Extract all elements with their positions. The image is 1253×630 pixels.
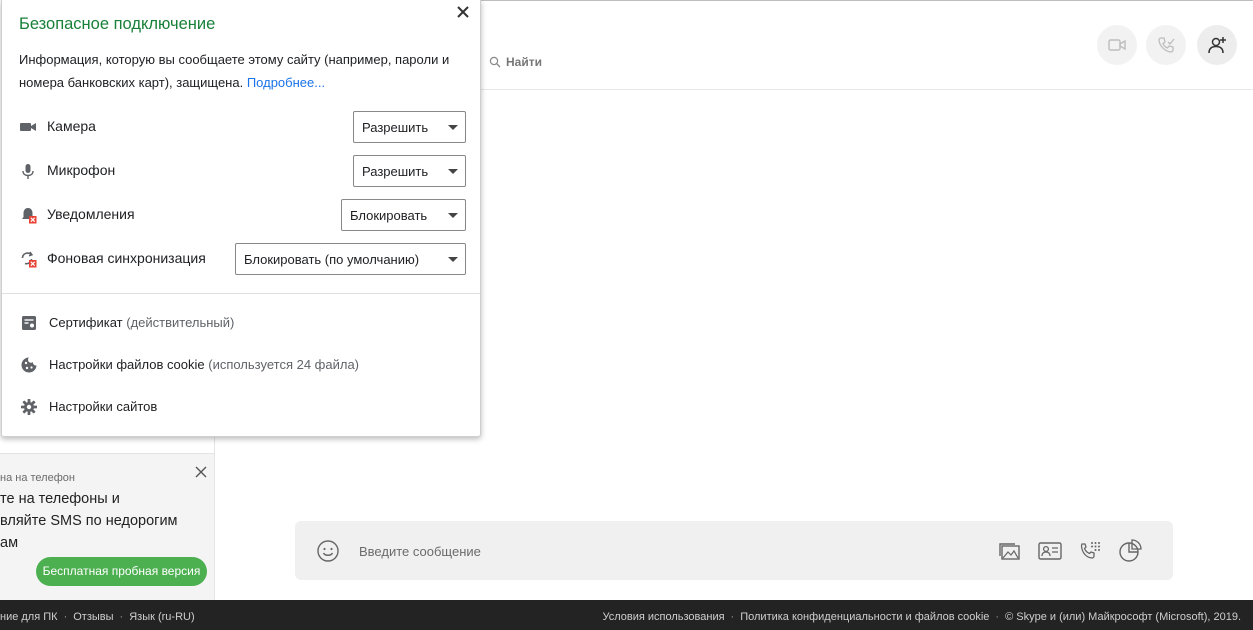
link-text: Настройки сайтов (49, 399, 158, 414)
close-icon[interactable] (455, 4, 471, 20)
chevron-down-icon (448, 257, 458, 262)
microphone-icon (22, 164, 34, 179)
audio-call-button[interactable] (1146, 25, 1186, 65)
site-settings-label: Настройки сайтов (49, 399, 157, 414)
site-settings-link[interactable]: Настройки сайтов (2, 389, 480, 425)
permission-label-microphone: Микрофон (47, 162, 116, 178)
search-button[interactable]: Найти (506, 55, 542, 69)
background-sync-permission-select[interactable]: Блокировать (по умолчанию) (235, 243, 466, 275)
chevron-down-icon (448, 169, 458, 174)
search-icon (489, 56, 501, 68)
footer-left: ние для ПК · Отзывы · Язык (ru-RU) (0, 611, 195, 623)
notifications-permission-select[interactable]: Блокировать (341, 199, 466, 231)
connection-info: Информация, которую вы сообщаете этому с… (19, 48, 469, 94)
cookie-settings-link[interactable]: Настройки файлов cookie (используется 24… (2, 347, 480, 383)
link-note: (используется 24 файла) (208, 357, 359, 372)
close-icon[interactable] (193, 464, 209, 480)
select-value: Блокировать (по умолчанию) (244, 252, 420, 267)
select-value: Разрешить (362, 120, 429, 135)
more-info-link[interactable]: Подробнее... (247, 75, 325, 90)
camera-permission-select[interactable]: Разрешить (353, 111, 466, 143)
promo-line: ам (0, 535, 19, 551)
footer-link[interactable]: ние для ПК (0, 611, 58, 623)
footer-link-language[interactable]: Язык (ru-RU) (129, 611, 194, 623)
divider (2, 293, 480, 294)
footer-link-terms[interactable]: Условия использования (602, 611, 724, 623)
cookie-settings-label: Настройки файлов cookie (используется 24… (49, 357, 359, 372)
promo-text: те на телефоны и вляйте SMS по недорогим… (0, 488, 178, 554)
chevron-down-icon (448, 125, 458, 130)
footer-separator: · (995, 611, 1000, 623)
emoji-icon[interactable] (316, 539, 340, 563)
poll-icon[interactable] (1117, 538, 1143, 564)
camera-icon (20, 123, 36, 131)
site-info-popup: Безопасное подключение Информация, котор… (1, 0, 481, 437)
promo-panel: на на телефон те на телефоны и вляйте SM… (0, 453, 214, 600)
dialpad-icon[interactable] (1078, 538, 1104, 564)
message-input[interactable] (359, 542, 959, 560)
certificate-icon (22, 316, 36, 330)
sync-blocked-icon (21, 251, 37, 268)
footer-separator: · (63, 611, 68, 623)
permission-label-background-sync: Фоновая синхронизация (47, 250, 206, 266)
promo-subtitle: на на телефон (0, 472, 75, 484)
promo-line: вляйте SMS по недорогим (0, 513, 178, 529)
microphone-permission-select[interactable]: Разрешить (353, 155, 466, 187)
chevron-down-icon (448, 213, 458, 218)
link-text: Настройки файлов cookie (49, 357, 205, 372)
footer-copyright: © Skype и (или) Майкрософт (Microsoft), … (1005, 611, 1241, 623)
permission-label-notifications: Уведомления (47, 206, 135, 222)
cookie-icon (21, 357, 37, 373)
add-contact-button[interactable] (1197, 25, 1237, 65)
notifications-blocked-icon (22, 208, 37, 224)
footer-link-feedback[interactable]: Отзывы (73, 611, 113, 623)
footer-link-privacy[interactable]: Политика конфиденциальности и файлов coo… (740, 611, 989, 623)
link-note: (действительный) (126, 315, 235, 330)
message-composer (295, 521, 1173, 580)
certificate-label: Сертификат (действительный) (49, 315, 234, 330)
audio-call-icon (1158, 37, 1175, 53)
select-value: Разрешить (362, 164, 429, 179)
footer-separator: · (119, 611, 124, 623)
free-trial-button[interactable]: Бесплатная пробная версия (36, 557, 207, 586)
link-text: Сертификат (49, 315, 123, 330)
certificate-link[interactable]: Сертификат (действительный) (2, 305, 480, 341)
contact-card-icon[interactable] (1037, 538, 1063, 564)
permission-label-camera: Камера (47, 118, 96, 134)
select-value: Блокировать (350, 208, 428, 223)
footer: ние для ПК · Отзывы · Язык (ru-RU) Условия и… (0, 600, 1253, 630)
connection-info-text: Информация, которую вы сообщаете этому с… (19, 52, 450, 90)
video-call-icon (1108, 39, 1126, 51)
footer-separator: · (730, 611, 735, 623)
popup-title: Безопасное подключение (19, 15, 216, 33)
promo-line: те на телефоны и (0, 491, 120, 507)
footer-right: Условия использования · Политика конфиденц… (602, 611, 1241, 623)
gear-icon (21, 399, 37, 415)
image-icon[interactable] (997, 538, 1023, 564)
video-call-button[interactable] (1097, 25, 1137, 65)
add-contact-icon (1208, 37, 1226, 54)
